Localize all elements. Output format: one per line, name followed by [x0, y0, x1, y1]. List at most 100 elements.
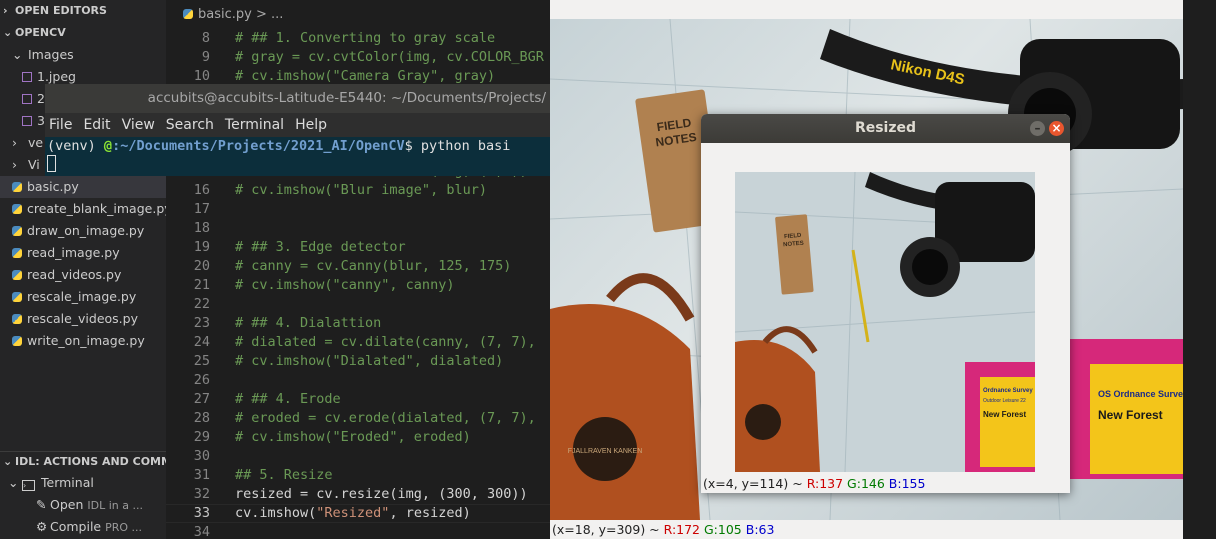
code-line[interactable]: # cv.imshow("Dialated", dialated)	[235, 352, 503, 371]
breadcrumb[interactable]: basic.py > ...	[166, 0, 550, 30]
chevron-down-icon: ⌄	[12, 47, 23, 62]
workspace-section[interactable]: ⌄ OPENCV	[0, 22, 166, 44]
close-icon[interactable]: ×	[1049, 121, 1064, 136]
pencil	[851, 249, 870, 343]
line-number: 19	[193, 239, 210, 255]
python-file-icon	[12, 204, 22, 214]
menu-view[interactable]: View	[122, 117, 155, 133]
python-file-icon	[12, 226, 22, 236]
desktop-background	[1183, 0, 1216, 539]
svg-text:OS Ordnance Survey: OS Ordnance Survey	[1098, 389, 1183, 399]
chevron-down-icon: ⌄	[3, 26, 13, 39]
resized-image[interactable]: FIELD NOTES Ordnance Survey Outdoor Leis…	[735, 172, 1035, 472]
line-number: 23	[193, 315, 210, 331]
python-file-icon	[12, 182, 22, 192]
idl-open-item[interactable]: ✎ Open IDL in a ...	[0, 494, 166, 516]
line-number: 16	[193, 182, 210, 198]
code-line[interactable]: # cv.imshow("Eroded", eroded)	[235, 428, 471, 447]
menu-terminal[interactable]: Terminal	[225, 117, 284, 133]
file-write-on-image[interactable]: write_on_image.py	[0, 330, 166, 352]
explorer-sidebar: › OPEN EDITORS ⌄ OPENCV ⌄ Images 1.jpeg 2 3…	[0, 0, 166, 539]
line-number: 34	[193, 524, 210, 539]
chevron-down-icon: ⌄	[3, 455, 13, 468]
gear-icon: ⚙	[36, 519, 48, 534]
line-number: 8	[201, 30, 210, 46]
minimize-icon[interactable]: –	[1030, 121, 1045, 136]
resized-photo: FIELD NOTES Ordnance Survey Outdoor Leis…	[735, 172, 1035, 472]
code-line[interactable]: # gray = cv.cvtColor(img, cv.COLOR_BGR	[235, 48, 544, 67]
code-editor[interactable]: basic.py > ... 8 # ## 1. Converting to gr…	[166, 0, 550, 539]
chevron-right-icon: ›	[12, 135, 17, 150]
open-icon: ✎	[36, 497, 47, 512]
python-file-icon	[12, 336, 22, 346]
code-line[interactable]: # canny = cv.Canny(blur, 125, 175)	[235, 257, 511, 276]
chevron-right-icon: ›	[3, 4, 8, 17]
python-file-icon	[12, 270, 22, 280]
code-line[interactable]: # eroded = cv.erode(dialated, (7, 7),	[235, 409, 536, 428]
line-number: 32	[193, 486, 210, 502]
code-line[interactable]: # ## 4. Dialattion	[235, 314, 381, 333]
menu-file[interactable]: File	[49, 117, 72, 133]
file-draw-on-image[interactable]: draw_on_image.py	[0, 220, 166, 242]
file-rescale-image[interactable]: rescale_image.py	[0, 286, 166, 308]
open-editors-section[interactable]: › OPEN EDITORS	[0, 0, 166, 22]
idl-compile-item[interactable]: ⚙ Compile PRO ...	[0, 516, 166, 538]
orange-backpack	[735, 326, 820, 472]
folder-images[interactable]: ⌄ Images	[0, 44, 166, 66]
line-number: 22	[193, 296, 210, 312]
line-number: 25	[193, 353, 210, 369]
code-line[interactable]: # cv.imshow("canny", canny)	[235, 276, 454, 295]
code-line[interactable]: cv.imshow("Resized", resized)	[235, 504, 471, 523]
idl-actions-section[interactable]: ⌄IDL: ACTIONS AND COMM...	[0, 451, 166, 473]
python-file-icon	[12, 314, 22, 324]
terminal-output[interactable]: (venv) @:~/Documents/Projects/2021_AI/Op…	[45, 137, 550, 176]
ordnance-survey-maps: OS Ordnance Survey New Forest	[1070, 339, 1183, 479]
terminal-cursor	[47, 155, 56, 172]
cv-status-bar: (x=18, y=309) ~ R:172 G:105 B:63	[552, 522, 775, 537]
image-file-icon	[22, 72, 32, 82]
file-create-blank-image[interactable]: create_blank_image.py	[0, 198, 166, 220]
code-line[interactable]: # ## 1. Converting to gray scale	[235, 29, 495, 48]
file-basic-py[interactable]: basic.py	[0, 176, 166, 198]
line-number: 31	[193, 467, 210, 483]
line-number: 26	[193, 372, 210, 388]
resized-title-bar[interactable]: Resized – ×	[701, 114, 1070, 143]
line-number: 28	[193, 410, 210, 426]
line-number: 18	[193, 220, 210, 236]
svg-text:Outdoor Leisure 22: Outdoor Leisure 22	[983, 398, 1026, 404]
line-number: 29	[193, 429, 210, 445]
terminal-prompt-line: (venv) @:~/Documents/Projects/2021_AI/Op…	[47, 138, 511, 154]
resized-window[interactable]: Resized – × FIELD NOTES Ordnance Survey …	[701, 114, 1070, 493]
line-number: 27	[193, 391, 210, 407]
python-file-icon	[183, 9, 193, 19]
terminal-icon: ›	[22, 480, 35, 491]
image-file-icon	[22, 116, 32, 126]
python-file-icon	[12, 248, 22, 258]
code-line[interactable]: resized = cv.resize(img, (300, 300))	[235, 485, 528, 504]
menu-search[interactable]: Search	[166, 117, 214, 133]
code-line[interactable]: # cv.imshow("Blur image", blur)	[235, 181, 487, 200]
menu-help[interactable]: Help	[295, 117, 327, 133]
idl-terminal-item[interactable]: ⌄ › Terminal	[0, 472, 166, 494]
field-notes-notebook: FIELD NOTES	[775, 214, 814, 295]
chevron-down-icon: ⌄	[8, 475, 19, 490]
orange-backpack: FJALLRAVEN KANKEN	[550, 273, 700, 520]
line-number: 21	[193, 277, 210, 293]
code-line[interactable]: # ## 4. Erode	[235, 390, 341, 409]
menu-edit[interactable]: Edit	[83, 117, 110, 133]
svg-text:FJALLRAVEN KANKEN: FJALLRAVEN KANKEN	[568, 448, 643, 455]
terminal-title-bar[interactable]: accubits@accubits-Latitude-E5440: ~/Docu…	[45, 84, 550, 113]
line-number: 20	[193, 258, 210, 274]
screen: { "sidebar": { "open_editors": "OPEN EDI…	[0, 0, 1216, 539]
code-line[interactable]: # dialated = cv.dilate(canny, (7, 7),	[235, 333, 536, 352]
file-read-image[interactable]: read_image.py	[0, 242, 166, 264]
file-rescale-videos[interactable]: rescale_videos.py	[0, 308, 166, 330]
resized-status-bar: (x=4, y=114) ~ R:137 G:146 B:155	[703, 476, 926, 491]
file-read-videos[interactable]: read_videos.py	[0, 264, 166, 286]
line-number: 17	[193, 201, 210, 217]
terminal-menu-bar: File Edit View Search Terminal Help	[45, 113, 550, 137]
code-line[interactable]: ## 5. Resize	[235, 466, 333, 485]
code-line[interactable]: # ## 3. Edge detector	[235, 238, 406, 257]
line-number: 33	[193, 505, 210, 521]
terminal-window[interactable]: accubits@accubits-Latitude-E5440: ~/Docu…	[45, 84, 550, 176]
